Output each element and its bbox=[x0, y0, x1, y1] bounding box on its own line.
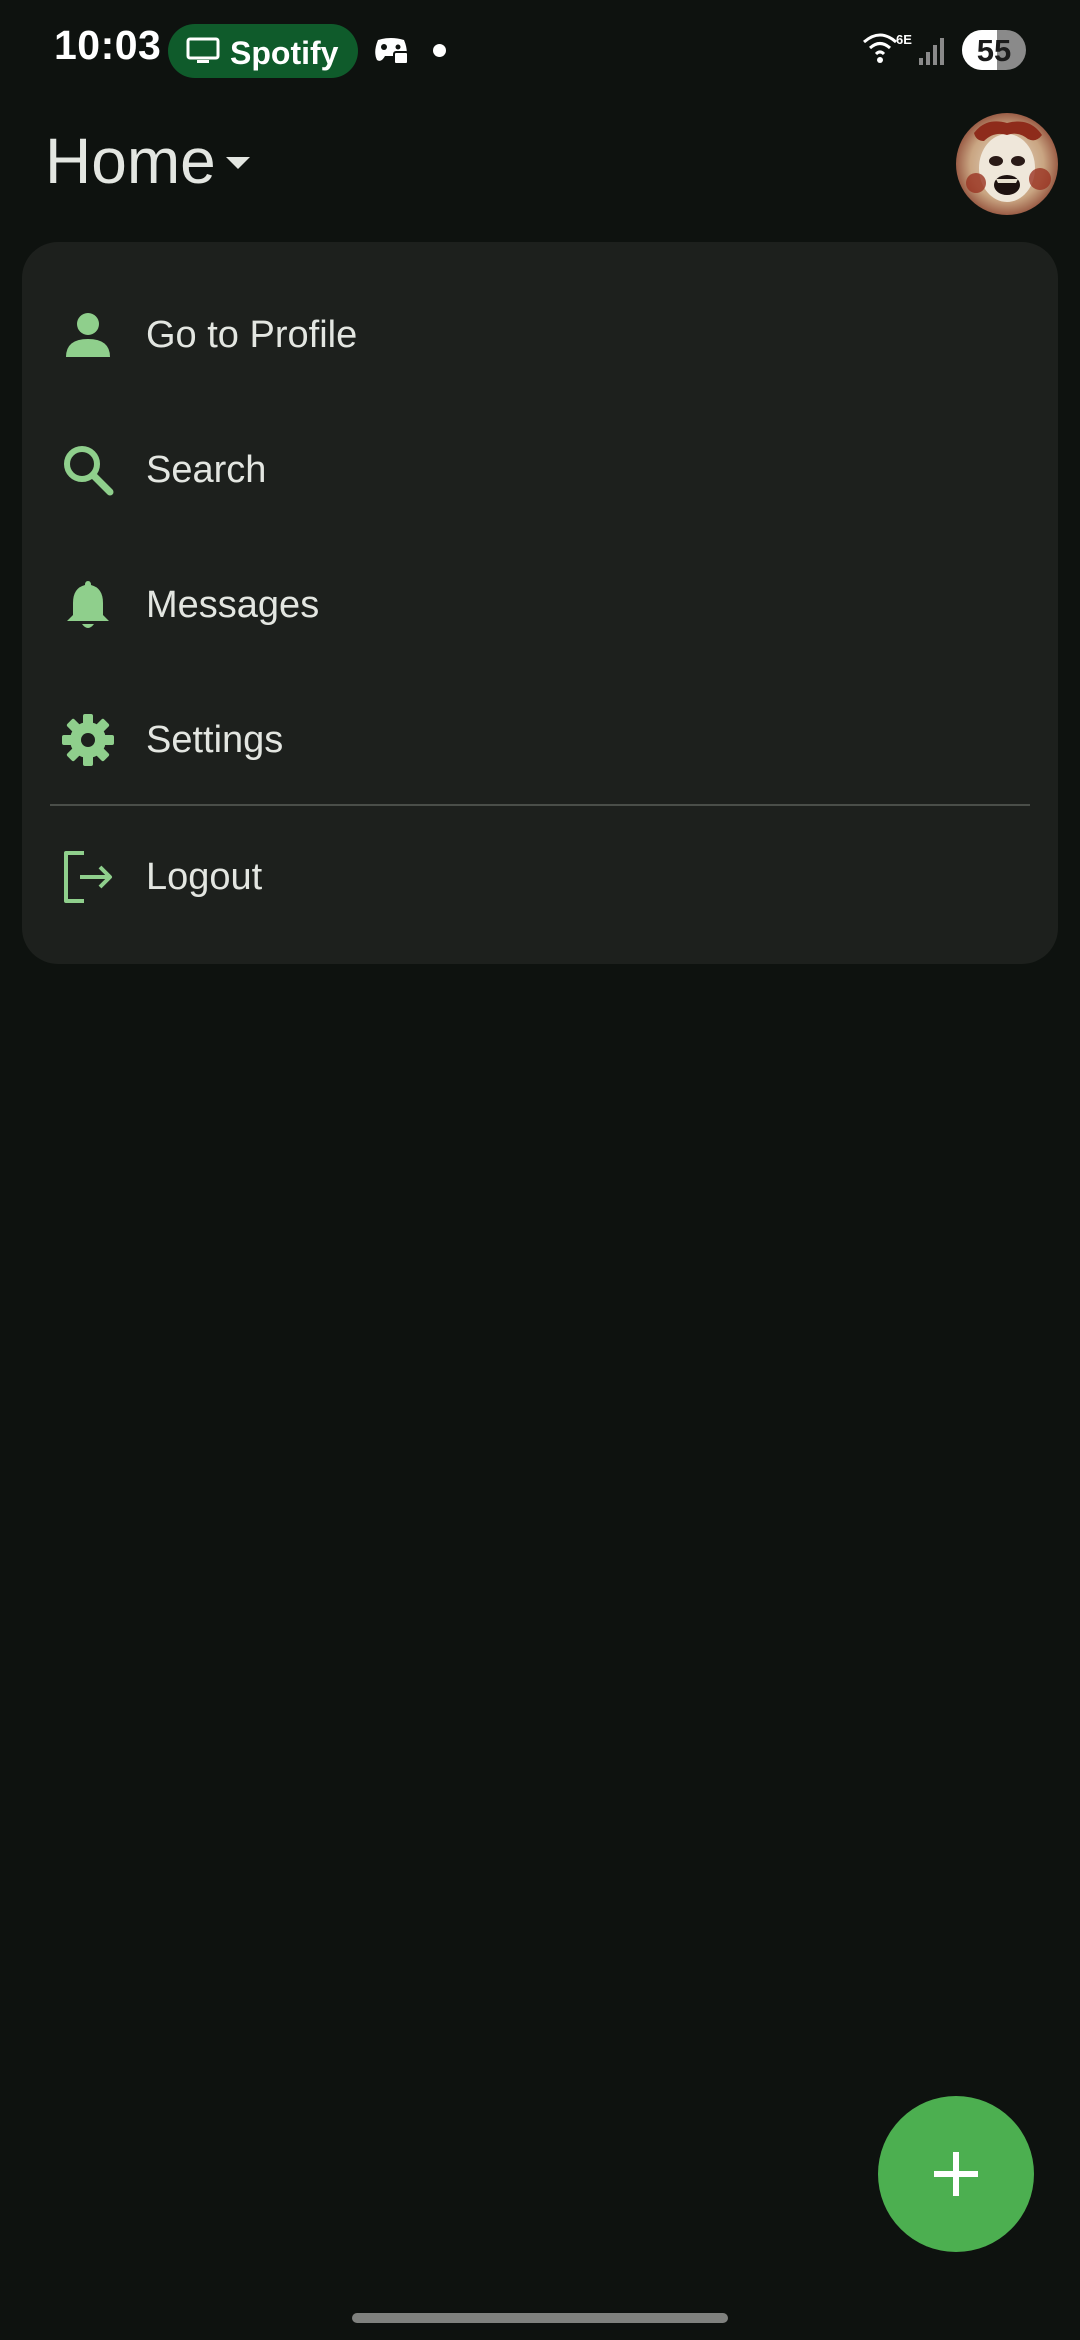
menu-item-messages[interactable]: Messages bbox=[22, 540, 1058, 670]
status-bar: 10:03 Spotify 6E 55 bbox=[0, 0, 1080, 100]
menu-item-profile[interactable]: Go to Profile bbox=[22, 270, 1058, 400]
avatar-image bbox=[956, 113, 1058, 215]
menu-item-label: Messages bbox=[146, 584, 320, 626]
notification-dot bbox=[433, 44, 446, 57]
avatar[interactable] bbox=[956, 113, 1058, 215]
cast-chip-label: Spotify bbox=[230, 35, 339, 71]
arrow-drop-down-icon[interactable] bbox=[224, 155, 252, 171]
plus-icon bbox=[934, 2152, 978, 2196]
cast-chip[interactable]: Spotify bbox=[168, 24, 358, 78]
bell-icon bbox=[67, 581, 109, 628]
status-time: 10:03 bbox=[54, 22, 162, 68]
menu-item-label: Go to Profile bbox=[146, 314, 358, 356]
battery-level: 55 bbox=[976, 33, 1012, 68]
search-icon bbox=[64, 446, 114, 496]
game-controller-icon bbox=[375, 38, 409, 65]
menu-item-label: Settings bbox=[146, 719, 284, 761]
menu-item-settings[interactable]: Settings bbox=[22, 675, 1058, 805]
home-indicator[interactable] bbox=[352, 2313, 728, 2323]
page-title[interactable]: Home bbox=[45, 124, 216, 198]
logout-icon bbox=[64, 851, 112, 903]
cast-screen-icon bbox=[186, 37, 220, 63]
wifi-6e-icon: 6E bbox=[863, 32, 912, 63]
person-icon bbox=[66, 313, 110, 357]
wifi-badge: 6E bbox=[896, 32, 912, 47]
cellular-signal-icon bbox=[919, 38, 944, 65]
add-button[interactable] bbox=[878, 2096, 1034, 2252]
gear-icon bbox=[62, 714, 114, 766]
battery-indicator: 55 bbox=[962, 30, 1026, 70]
menu-item-label: Search bbox=[146, 449, 267, 491]
menu-item-logout[interactable]: Logout bbox=[22, 812, 1058, 942]
account-menu: Go to Profile Search Messages Settings L… bbox=[22, 242, 1058, 964]
menu-item-search[interactable]: Search bbox=[22, 405, 1058, 535]
menu-item-label: Logout bbox=[146, 856, 263, 898]
menu-divider bbox=[50, 804, 1030, 806]
